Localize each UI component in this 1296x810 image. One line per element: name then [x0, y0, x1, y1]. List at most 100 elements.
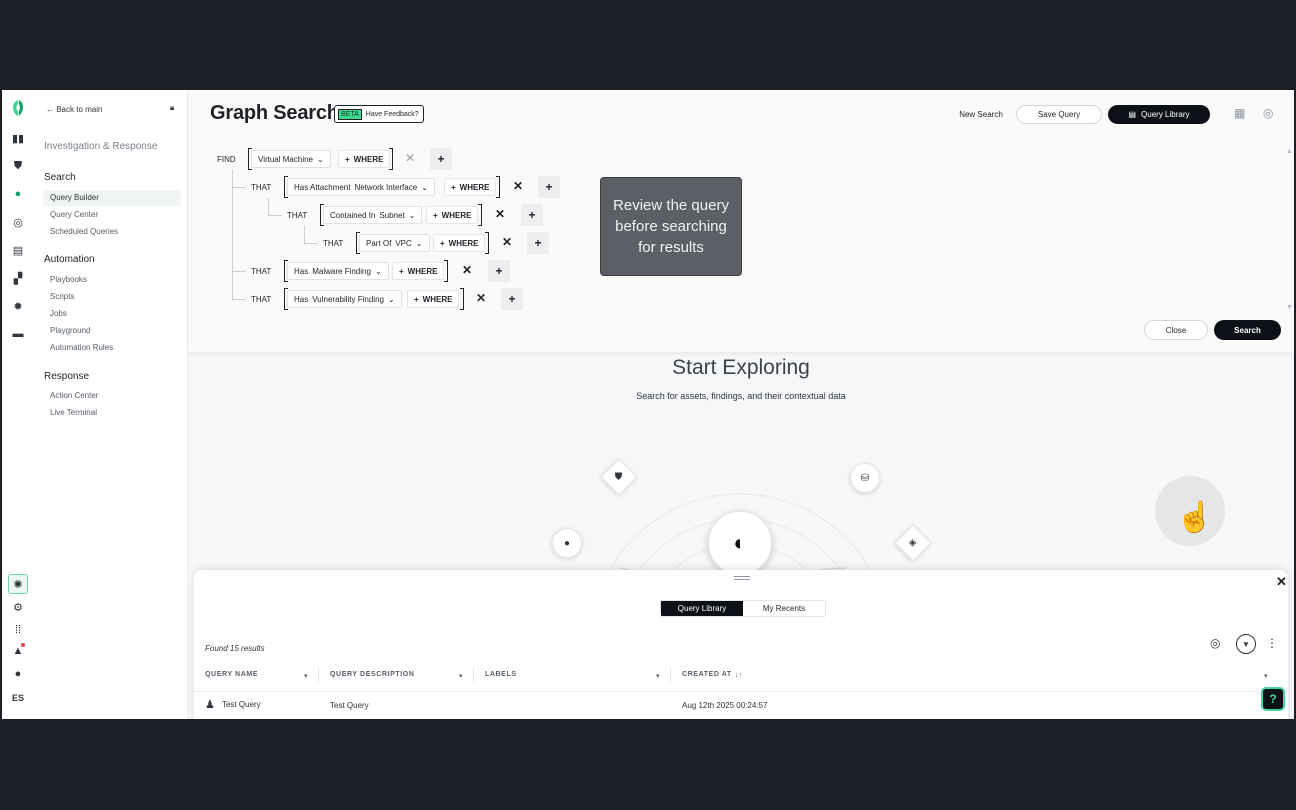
brand-logo-icon[interactable]: [8, 98, 28, 118]
query-library-button[interactable]: ▤ Query Library: [1108, 105, 1210, 124]
remove-icon[interactable]: ✕: [476, 291, 486, 305]
relation-select-network-interface[interactable]: Has Attachment Network Interface ⌄: [287, 178, 435, 196]
filter-icon[interactable]: ▼: [1236, 634, 1256, 654]
remove-icon[interactable]: ✕: [513, 179, 523, 193]
column-separator: [473, 667, 474, 683]
where-button[interactable]: + WHERE: [426, 206, 479, 224]
drag-handle[interactable]: [734, 576, 750, 580]
created-at-cell: Aug 12th 2025 00:24:57: [682, 701, 768, 710]
results-count: Found 15 results: [205, 644, 265, 653]
add-relation-button[interactable]: +: [488, 260, 510, 282]
ai-assistant-icon[interactable]: ✺: [8, 574, 28, 594]
relation-select-vpc[interactable]: Part Of VPC ⌄: [359, 234, 430, 252]
relation-select-malware-finding[interactable]: Has Malware Finding ⌄: [287, 262, 389, 280]
apps-grid-icon[interactable]: ⁞⁞: [8, 620, 28, 640]
bell-icon[interactable]: ▲: [8, 641, 28, 661]
more-options-icon[interactable]: ⋮: [1266, 636, 1278, 650]
sidebar-item-action-center[interactable]: Action Center: [43, 388, 181, 404]
tab-my-recents[interactable]: My Recents: [743, 601, 825, 616]
tab-query-library[interactable]: Query Library: [661, 601, 743, 616]
plus-icon: +: [345, 154, 350, 164]
graph-node-center[interactable]: ◐: [708, 511, 772, 575]
sidebar-item-automation-rules[interactable]: Automation Rules: [43, 340, 181, 356]
filter-arrow-icon[interactable]: ▾: [1264, 672, 1268, 680]
add-relation-button[interactable]: +: [501, 288, 523, 310]
column-header-created-at[interactable]: CREATED AT: [682, 671, 732, 678]
plus-icon: +: [414, 294, 419, 304]
close-button[interactable]: Close: [1144, 320, 1208, 340]
that-keyword: THAT: [323, 239, 344, 248]
lock-icon[interactable]: 🔒︎: [170, 103, 174, 113]
add-relation-button[interactable]: +: [430, 148, 452, 170]
graph-node-database[interactable]: ⛁: [850, 463, 880, 493]
remove-icon[interactable]: ✕: [495, 207, 505, 221]
eye-icon[interactable]: ●: [8, 184, 28, 204]
where-button[interactable]: + WHERE: [392, 262, 445, 280]
entity-select-virtual-machine[interactable]: Virtual Machine ⌄: [251, 150, 331, 168]
remove-icon[interactable]: ✕: [502, 235, 512, 249]
sidebar-item-query-center[interactable]: Query Center: [43, 207, 181, 223]
storage-icon[interactable]: ▬: [8, 324, 28, 344]
close-icon[interactable]: ✕: [1276, 574, 1287, 590]
where-button[interactable]: + WHERE: [433, 234, 486, 252]
user-owner-icon: ♟: [205, 699, 215, 711]
feedback-badge[interactable]: BETA Have Feedback?: [334, 105, 424, 123]
sidebar-item-scripts[interactable]: Scripts: [43, 289, 181, 305]
bracket-right: [478, 204, 482, 226]
clipboard-icon[interactable]: ▤: [8, 240, 28, 260]
sidebar-item-playbooks[interactable]: Playbooks: [43, 272, 181, 288]
filter-arrow-icon[interactable]: ▾: [304, 672, 308, 680]
bug-icon[interactable]: ✹: [8, 296, 28, 316]
sidebar-item-query-builder[interactable]: Query Builder: [43, 190, 181, 206]
main-area: Graph Search BETA Have Feedback? New Sea…: [188, 90, 1294, 719]
assets-icon[interactable]: ▞: [8, 268, 28, 288]
back-to-main-link[interactable]: ← Back to main: [46, 105, 102, 114]
sidebar-item-playground[interactable]: Playground: [43, 323, 181, 339]
filter-arrow-icon[interactable]: ▾: [459, 672, 463, 680]
plus-icon: +: [451, 182, 456, 192]
ai-spark-icon[interactable]: ◎: [1210, 636, 1220, 650]
help-circle-icon[interactable]: ●: [8, 664, 28, 684]
dashboard-icon[interactable]: ▮▮: [8, 128, 28, 148]
where-button[interactable]: + WHERE: [444, 178, 497, 196]
tree-connector: [304, 226, 318, 244]
add-relation-button[interactable]: +: [538, 176, 560, 198]
feedback-link[interactable]: Have Feedback?: [366, 111, 419, 118]
remove-icon[interactable]: ✕: [462, 263, 472, 277]
column-header-labels[interactable]: LABELS: [485, 671, 517, 678]
add-relation-button[interactable]: +: [527, 232, 549, 254]
header-divider: [194, 691, 1288, 692]
remove-icon[interactable]: ✕: [405, 151, 415, 165]
shield-icon[interactable]: ⛊: [8, 156, 28, 176]
icon-rail: ▮▮ ⛊ ● ◎ ▤ ▞ ✹ ▬ ✺ ⚙ ⁞⁞ ▲ ● ES: [2, 90, 34, 719]
target-icon[interactable]: ◎: [8, 212, 28, 232]
relation-select-vulnerability-finding[interactable]: Has Vulnerability Finding ⌄: [287, 290, 402, 308]
graph-node-user[interactable]: ●: [552, 528, 582, 558]
save-query-button[interactable]: Save Query: [1016, 105, 1102, 124]
scroll-down-icon[interactable]: ▼: [1286, 304, 1293, 311]
sidebar-item-scheduled-queries[interactable]: Scheduled Queries: [43, 224, 181, 240]
add-relation-button[interactable]: +: [521, 204, 543, 226]
ai-spark-icon[interactable]: ◎: [1263, 106, 1273, 120]
new-search-button[interactable]: New Search: [954, 105, 1008, 124]
that-keyword: THAT: [287, 211, 308, 220]
user-avatar[interactable]: ES: [8, 688, 28, 708]
search-button[interactable]: Search: [1214, 320, 1281, 340]
plus-icon: +: [399, 266, 404, 276]
tree-connector: [268, 198, 282, 216]
scroll-up-icon[interactable]: ▲: [1286, 148, 1293, 155]
relation-select-subnet[interactable]: Contained In Subnet ⌄: [323, 206, 423, 224]
where-button[interactable]: + WHERE: [407, 290, 460, 308]
query-name-cell[interactable]: Test Query: [222, 700, 261, 709]
sidebar-item-live-terminal[interactable]: Live Terminal: [43, 405, 181, 421]
gear-icon[interactable]: ⚙: [8, 597, 28, 617]
where-button[interactable]: + WHERE: [338, 150, 391, 168]
sidebar-item-jobs[interactable]: Jobs: [43, 306, 181, 322]
column-header-query-description[interactable]: QUERY DESCRIPTION: [330, 671, 415, 678]
column-header-query-name[interactable]: QUERY NAME: [205, 671, 258, 678]
export-icon[interactable]: ▦: [1234, 106, 1245, 120]
chevron-down-icon: ⌄: [317, 154, 324, 164]
filter-arrow-icon[interactable]: ▾: [656, 672, 660, 680]
sort-icon[interactable]: ↓↑: [735, 672, 742, 679]
help-button[interactable]: ?: [1261, 687, 1285, 711]
